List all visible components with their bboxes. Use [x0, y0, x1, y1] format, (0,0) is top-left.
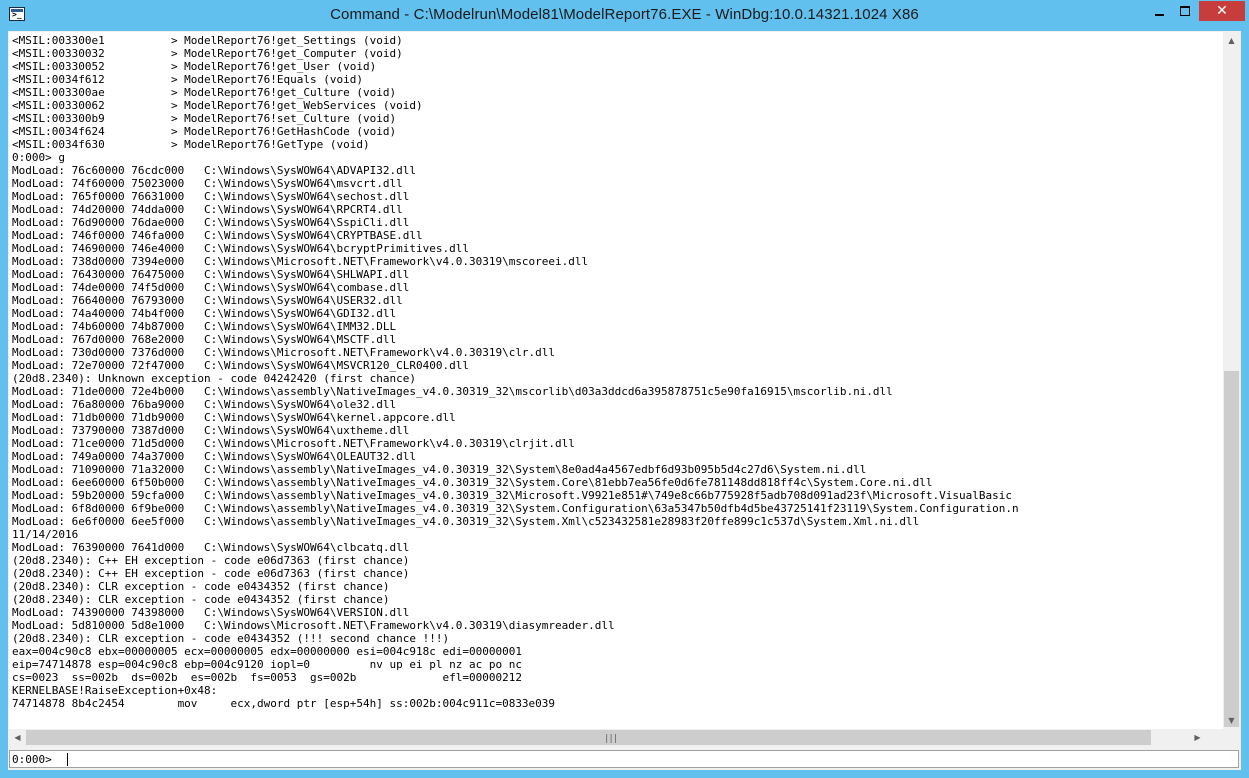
output-line: <MSIL:00330032 > ModelReport76!get_Compu… [12, 47, 403, 60]
output-line: ModLoad: 76d90000 76dae000 C:\Windows\Sy… [12, 216, 410, 229]
output-line: ModLoad: 74de0000 74f5d000 C:\Windows\Sy… [12, 281, 410, 294]
minimize-button[interactable] [1146, 1, 1172, 21]
title-bar[interactable]: >_ Command - C:\Modelrun\Model81\ModelRe… [0, 0, 1249, 31]
output-line: ModLoad: 76640000 76793000 C:\Windows\Sy… [12, 294, 403, 307]
output-line: <MSIL:003300ae > ModelReport76!get_Cultu… [12, 86, 397, 99]
command-prompt: 0:000> [12, 753, 52, 766]
output-line: ModLoad: 76430000 76475000 C:\Windows\Sy… [12, 268, 410, 281]
minimize-icon [1154, 14, 1164, 16]
close-icon: ✕ [1216, 3, 1228, 19]
output-line: eip=74714878 esp=004c90c8 ebp=004c9120 i… [12, 658, 522, 671]
output-line: ModLoad: 730d0000 7376d000 C:\Windows\Mi… [12, 346, 556, 359]
output-line: ModLoad: 74a40000 74b4f000 C:\Windows\Sy… [12, 307, 397, 320]
output-line: ModLoad: 6f8d0000 6f9be000 C:\Windows\as… [12, 502, 1019, 515]
output-line: ModLoad: 746f0000 746fa000 C:\Windows\Sy… [12, 229, 423, 242]
output-line: 74714878 8b4c2454 mov ecx,dword ptr [esp… [12, 697, 556, 710]
output-line: ModLoad: 71de0000 72e4b000 C:\Windows\as… [12, 385, 893, 398]
output-line: ModLoad: 74f60000 75023000 C:\Windows\Sy… [12, 177, 403, 190]
output-line: ModLoad: 767d0000 768e2000 C:\Windows\Sy… [12, 333, 397, 346]
windbg-command-window: >_ Command - C:\Modelrun\Model81\ModelRe… [0, 0, 1249, 778]
text-caret [67, 753, 68, 766]
output-line: <MSIL:0034f612 > ModelReport76!Equals (v… [12, 73, 363, 86]
arrow-right-icon[interactable]: ▶ [1189, 729, 1206, 746]
output-line: ModLoad: 76390000 7641d000 C:\Windows\Sy… [12, 541, 410, 554]
horizontal-scrollbar[interactable]: ◀ ||| ▶ [9, 729, 1223, 746]
output-line: ModLoad: 76c60000 76cdc000 C:\Windows\Sy… [12, 164, 416, 177]
close-button[interactable]: ✕ [1199, 1, 1245, 21]
window-title: Command - C:\Modelrun\Model81\ModelRepor… [330, 6, 919, 23]
arrow-up-icon[interactable]: ▲ [1223, 32, 1240, 49]
arrow-down-icon[interactable]: ▼ [1223, 712, 1240, 729]
output-line: ModLoad: 71ce0000 71d5d000 C:\Windows\Mi… [12, 437, 575, 450]
maximize-button[interactable] [1172, 1, 1198, 21]
command-input[interactable] [67, 752, 1232, 766]
output-line: ModLoad: 59b20000 59cfa000 C:\Windows\as… [12, 489, 1013, 502]
scrollbar-corner [1223, 729, 1240, 746]
output-line: (20d8.2340): CLR exception - code e04343… [12, 593, 390, 606]
output-line: ModLoad: 72e70000 72f47000 C:\Windows\Sy… [12, 359, 469, 372]
output-line: (20d8.2340): CLR exception - code e04343… [12, 632, 450, 645]
output-line: ModLoad: 6e6f0000 6ee5f000 C:\Windows\as… [12, 515, 920, 528]
output-line: 11/14/2016 [12, 528, 79, 541]
output-line: ModLoad: 74690000 746e4000 C:\Windows\Sy… [12, 242, 469, 255]
output-line: ModLoad: 71db0000 71db9000 C:\Windows\Sy… [12, 411, 456, 424]
output-line: (20d8.2340): CLR exception - code e04343… [12, 580, 390, 593]
output-line: ModLoad: 71090000 71a32000 C:\Windows\as… [12, 463, 867, 476]
output-line: (20d8.2340): Unknown exception - code 04… [12, 372, 416, 385]
output-line: ModLoad: 74390000 74398000 C:\Windows\Sy… [12, 606, 410, 619]
output-line: ModLoad: 738d0000 7394e000 C:\Windows\Mi… [12, 255, 589, 268]
output-line: (20d8.2340): C++ EH exception - code e06… [12, 567, 410, 580]
horizontal-scroll-thumb[interactable]: ||| [26, 730, 1151, 745]
output-line: <MSIL:00330062 > ModelReport76!get_WebSe… [12, 99, 423, 112]
output-line: <MSIL:00330052 > ModelReport76!get_User … [12, 60, 377, 73]
arrow-left-icon[interactable]: ◀ [9, 729, 26, 746]
vertical-scrollbar[interactable]: ▲ ▼ [1223, 32, 1240, 746]
output-line: ModLoad: 5d810000 5d8e1000 C:\Windows\Mi… [12, 619, 615, 632]
output-line: KERNELBASE!RaiseException+0x48: [12, 684, 218, 697]
output-line: ModLoad: 6ee60000 6f50b000 C:\Windows\as… [12, 476, 933, 489]
output-line: ModLoad: 74b60000 74b87000 C:\Windows\Sy… [12, 320, 397, 333]
output-line: <MSIL:003300e1 > ModelReport76!get_Setti… [12, 34, 403, 47]
command-output[interactable]: <MSIL:003300e1 > ModelReport76!get_Setti… [9, 32, 1223, 746]
output-line: eax=004c90c8 ebx=00000005 ecx=00000005 e… [12, 645, 522, 658]
output-text: <MSIL:003300e1 > ModelReport76!get_Setti… [12, 34, 1019, 710]
output-line: cs=0023 ss=002b ds=002b es=002b fs=0053 … [12, 671, 522, 684]
output-line: <MSIL:0034f624 > ModelReport76!GetHashCo… [12, 125, 397, 138]
output-line: <MSIL:003300b9 > ModelReport76!set_Cultu… [12, 112, 397, 125]
output-line: ModLoad: 73790000 7387d000 C:\Windows\Sy… [12, 424, 410, 437]
output-line: ModLoad: 76a80000 76ba9000 C:\Windows\Sy… [12, 398, 397, 411]
maximize-icon [1180, 6, 1190, 16]
output-line: <MSIL:0034f630 > ModelReport76!GetType (… [12, 138, 370, 151]
command-bar: 0:000> [9, 750, 1239, 768]
output-line: 0:000> g [12, 151, 65, 164]
output-line: ModLoad: 74d20000 74dda000 C:\Windows\Sy… [12, 203, 403, 216]
client-area: <MSIL:003300e1 > ModelReport76!get_Setti… [8, 31, 1241, 770]
output-line: (20d8.2340): C++ EH exception - code e06… [12, 554, 410, 567]
scroll-grip-icon: ||| [604, 734, 618, 744]
vertical-scroll-thumb[interactable] [1224, 371, 1239, 727]
output-line: ModLoad: 765f0000 76631000 C:\Windows\Sy… [12, 190, 410, 203]
output-line: ModLoad: 749a0000 74a37000 C:\Windows\Sy… [12, 450, 416, 463]
